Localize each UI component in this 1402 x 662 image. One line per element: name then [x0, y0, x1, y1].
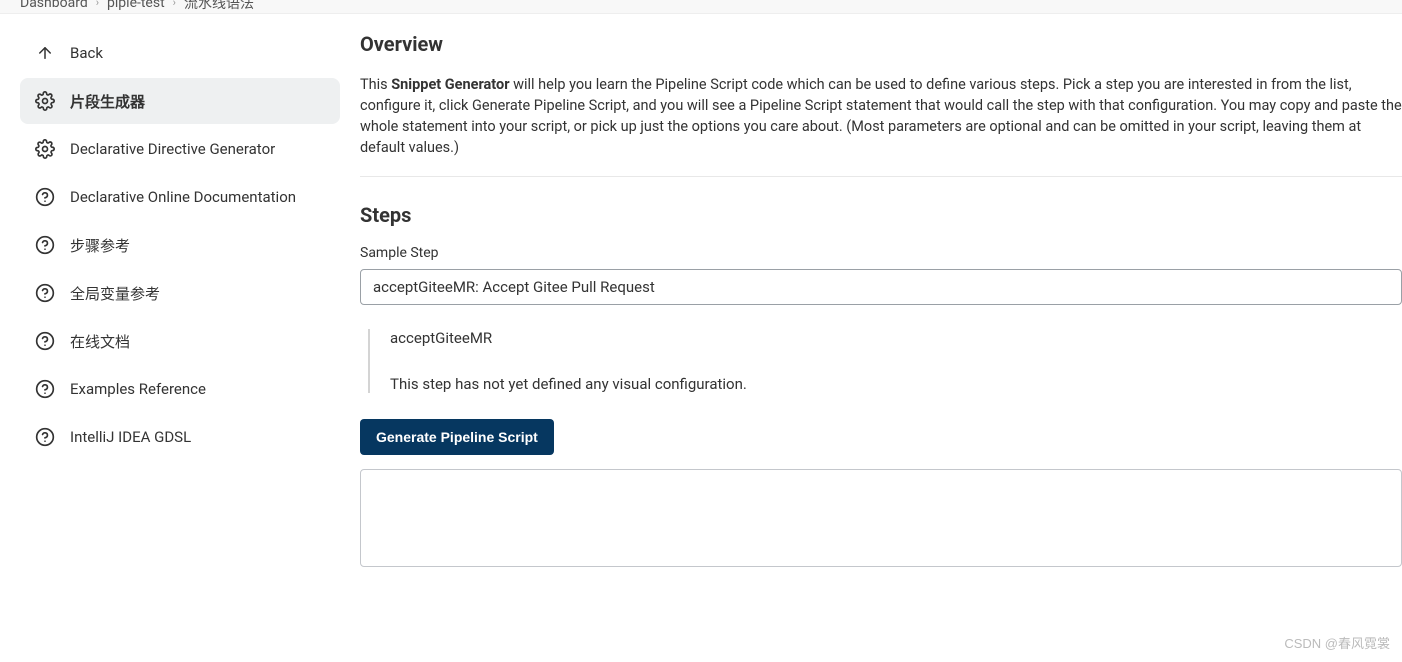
- breadcrumb: Dashboard › piple-test › 流水线语法: [0, 0, 1402, 14]
- help-icon: [34, 282, 56, 304]
- main-content: Overview This Snippet Generator will hel…: [360, 14, 1402, 591]
- sidebar-item-label: Declarative Directive Generator: [70, 140, 275, 158]
- arrow-up-icon: [34, 42, 56, 64]
- help-icon: [34, 234, 56, 256]
- gear-icon: [34, 138, 56, 160]
- sidebar-item-back[interactable]: Back: [20, 30, 340, 76]
- chevron-right-icon: ›: [96, 0, 99, 9]
- sidebar-item-label: Declarative Online Documentation: [70, 188, 296, 206]
- sidebar-item-intellij-idea-gdsl[interactable]: IntelliJ IDEA GDSL: [20, 414, 340, 460]
- sidebar-item-label: 全局变量参考: [70, 283, 160, 304]
- sidebar-item-label: 片段生成器: [70, 91, 145, 112]
- step-detail-panel: acceptGiteeMR This step has not yet defi…: [368, 329, 1402, 393]
- sidebar-item-label: Back: [70, 44, 103, 62]
- sidebar-item-examples-reference[interactable]: Examples Reference: [20, 366, 340, 412]
- sidebar-item-declarative-directive-generator[interactable]: Declarative Directive Generator: [20, 126, 340, 172]
- sidebar-item-label: 在线文档: [70, 331, 130, 352]
- steps-heading: Steps: [360, 203, 1402, 227]
- help-icon: [34, 426, 56, 448]
- pipeline-script-output[interactable]: [360, 469, 1402, 567]
- sample-step-select[interactable]: acceptGiteeMR: Accept Gitee Pull Request: [360, 269, 1402, 305]
- step-note-text: This step has not yet defined any visual…: [390, 375, 1402, 393]
- sidebar-item-label: IntelliJ IDEA GDSL: [70, 428, 191, 446]
- sidebar-item-snippet-generator[interactable]: 片段生成器: [20, 78, 340, 124]
- breadcrumb-item-pipeline-syntax[interactable]: 流水线语法: [184, 0, 254, 13]
- help-icon: [34, 330, 56, 352]
- generate-pipeline-script-button[interactable]: Generate Pipeline Script: [360, 419, 554, 455]
- sidebar-item-label: 步骤参考: [70, 235, 130, 256]
- overview-heading: Overview: [360, 32, 1402, 56]
- sidebar-item-step-reference[interactable]: 步骤参考: [20, 222, 340, 268]
- breadcrumb-item-dashboard[interactable]: Dashboard: [20, 0, 88, 11]
- help-icon: [34, 186, 56, 208]
- sidebar-item-online-documentation[interactable]: 在线文档: [20, 318, 340, 364]
- sidebar-item-label: Examples Reference: [70, 380, 206, 398]
- chevron-right-icon: ›: [173, 0, 176, 9]
- sample-step-label: Sample Step: [360, 245, 1402, 261]
- watermark: CSDN @春风霓裳: [1284, 633, 1390, 652]
- breadcrumb-item-piple-test[interactable]: piple-test: [107, 0, 165, 11]
- help-icon: [34, 378, 56, 400]
- sidebar: Back 片段生成器 Declarative Directive Generat…: [0, 14, 360, 591]
- gear-icon: [34, 90, 56, 112]
- step-name-text: acceptGiteeMR: [390, 329, 1402, 347]
- sidebar-item-declarative-online-documentation[interactable]: Declarative Online Documentation: [20, 174, 340, 220]
- sidebar-item-global-variable-reference[interactable]: 全局变量参考: [20, 270, 340, 316]
- overview-text: This Snippet Generator will help you lea…: [360, 74, 1402, 158]
- divider: [360, 176, 1402, 177]
